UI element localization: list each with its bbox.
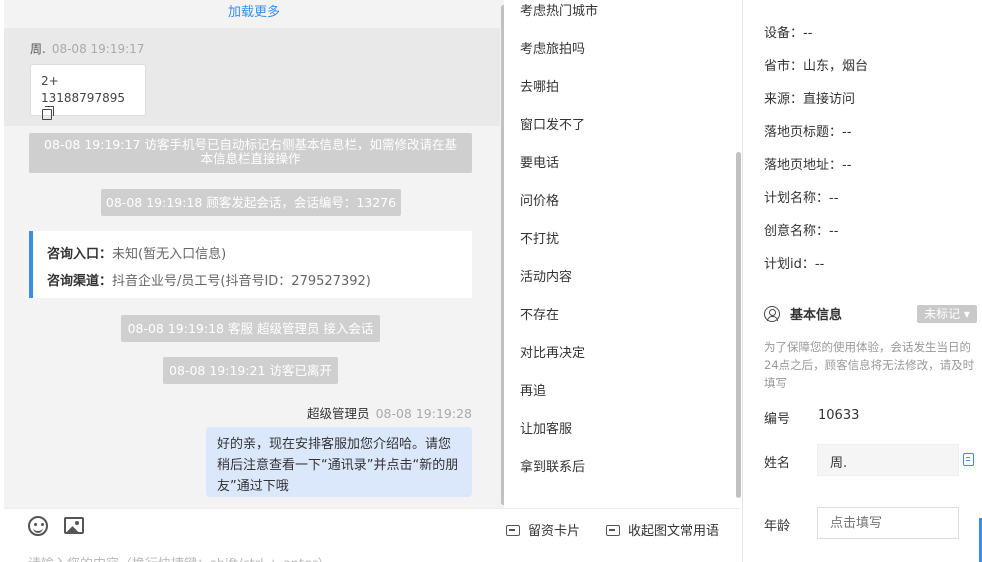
visitor-message: 周. 08-08 19:19:17 2+ 13188797895	[4, 28, 500, 126]
system-message: 08-08 19:19:18 客服 超级管理员 接入会话	[121, 315, 380, 342]
info-value: --	[842, 125, 852, 140]
system-message: 08-08 19:19:21 访客已离开	[163, 357, 338, 384]
user-icon	[764, 306, 780, 322]
info-field-source: 来源：直接访问	[764, 88, 855, 107]
basic-info-header: 基本信息	[764, 304, 842, 323]
info-value: --	[814, 257, 825, 272]
info-value: --	[829, 224, 839, 239]
agent-name: 超级管理员	[307, 406, 370, 421]
system-message: 08-08 19:19:17 访客手机号已自动标记右侧基本信息栏，如需修改请在基…	[29, 133, 472, 173]
info-value: --	[803, 26, 813, 41]
basic-info-title: 基本信息	[790, 308, 843, 323]
phrase-item[interactable]: 不存在	[520, 304, 559, 323]
consult-entry-value: 未知(暂无入口信息)	[112, 247, 227, 262]
info-label: 创意名称：	[764, 224, 830, 239]
tag-dropdown-label: 未标记	[924, 307, 961, 321]
info-field-device: 设备：--	[764, 22, 812, 41]
visitor-info-panel: 设备：-- 省市：山东，烟台 来源：直接访问 落地页标题：-- 落地页地址：--…	[743, 0, 982, 562]
id-label: 编号	[764, 412, 791, 427]
agent-message-bubble: 好的亲，现在安排客服加您介绍哈。请您稍后注意查看一下“通讯录”并点击“新的朋友”…	[206, 427, 472, 497]
info-value: 山东，烟台	[803, 59, 869, 74]
info-label: 计划名称：	[764, 191, 830, 206]
chat-panel: 加载更多 周. 08-08 19:19:17 2+ 13188797895 08-…	[4, 0, 504, 508]
info-label: 落地页地址：	[764, 158, 843, 173]
emoji-icon[interactable]	[28, 516, 48, 536]
phrase-item[interactable]: 问价格	[520, 190, 559, 209]
info-label: 设备：	[764, 26, 804, 41]
visitor-message-meta: 周. 08-08 19:19:17	[30, 40, 144, 57]
id-value: 10633	[818, 408, 860, 423]
phrase-item[interactable]: 让加客服	[520, 418, 572, 437]
system-message: 08-08 19:19:18 顾客发起会话，会话编号：13276	[101, 189, 401, 216]
phrase-item[interactable]: 要电话	[520, 152, 559, 171]
age-label: 年龄	[764, 519, 791, 534]
card-icon	[506, 525, 520, 536]
agent-message-meta: 超级管理员 08-08 19:19:28	[307, 403, 472, 422]
caret-down-icon: ▾	[960, 307, 970, 321]
consult-channel-label: 咨询渠道：	[47, 274, 113, 289]
quick-phrase-list: 考虑热门城市 考虑旅拍吗 去哪拍 窗口发不了 要电话 问价格 不打扰 活动内容 …	[504, 0, 741, 508]
phrase-item[interactable]: 去哪拍	[520, 76, 559, 95]
visitor-name: 周.	[30, 42, 46, 56]
phone-card-line1: 2+	[41, 74, 59, 88]
info-field-landing-url: 落地页地址：--	[764, 154, 851, 173]
info-field-province: 省市：山东，烟台	[764, 55, 868, 74]
visitor-message-time: 08-08 19:19:17	[51, 42, 145, 56]
message-input-area: 留资卡片 收起图文常用语 请输入您的内容（换行快捷键：shift/ctrl + …	[4, 508, 740, 562]
age-field[interactable]	[817, 507, 959, 539]
info-field-landing-title: 落地页标题：--	[764, 121, 851, 140]
leave-card-button[interactable]: 留资卡片	[506, 520, 580, 539]
collapse-phrases-button[interactable]: 收起图文常用语	[606, 520, 719, 539]
phrase-item[interactable]: 不打扰	[520, 228, 559, 247]
info-field-plan-id: 计划id：--	[764, 253, 824, 272]
consult-channel-value: 抖音企业号/员工号(抖音号ID：279527392)	[112, 274, 371, 289]
collapse-phrases-label: 收起图文常用语	[628, 524, 720, 539]
phrase-item[interactable]: 对比再决定	[520, 342, 585, 361]
phrase-item[interactable]: 考虑热门城市	[520, 0, 598, 19]
name-field[interactable]: 周.	[817, 444, 959, 476]
phrase-item[interactable]: 再追	[520, 380, 546, 399]
agent-message-time: 08-08 19:19:28	[375, 406, 472, 421]
copy-icon[interactable]	[963, 453, 974, 466]
copy-icon[interactable]	[42, 106, 54, 120]
phrase-item[interactable]: 活动内容	[520, 266, 572, 285]
message-icon	[606, 525, 620, 536]
load-more-link[interactable]: 加载更多	[4, 1, 504, 20]
info-label: 落地页标题：	[764, 125, 843, 140]
info-field-plan-name: 计划名称：--	[764, 187, 838, 206]
phrase-scrollbar[interactable]	[736, 152, 741, 498]
phone-card-number: 13188797895	[41, 91, 125, 105]
info-label: 计划id：	[764, 257, 815, 272]
message-input[interactable]: 请输入您的内容（换行快捷键：shift/ctrl + enter）	[28, 553, 331, 562]
info-label: 来源：	[764, 92, 804, 107]
info-field-creative-name: 创意名称：--	[764, 220, 838, 239]
visitor-phone-card: 2+ 13188797895	[30, 64, 146, 120]
edit-notice: 为了保障您的使用体验，会话发生当日的24点之后，顾客信息将无法修改，请及时填写	[764, 340, 975, 390]
leave-card-label: 留资卡片	[528, 524, 581, 539]
phrase-item[interactable]: 窗口发不了	[520, 114, 585, 133]
phrase-item[interactable]: 拿到联系后	[520, 456, 585, 475]
consult-info-card: 咨询入口：未知(暂无入口信息) 咨询渠道：抖音企业号/员工号(抖音号ID：279…	[29, 231, 472, 298]
consult-entry-label: 咨询入口：	[47, 247, 113, 262]
tag-dropdown[interactable]: 未标记 ▾	[917, 305, 977, 323]
info-label: 省市：	[764, 59, 804, 74]
phrase-item[interactable]: 考虑旅拍吗	[520, 38, 585, 57]
name-label: 姓名	[764, 456, 791, 471]
info-value: --	[829, 191, 839, 206]
info-value: --	[842, 158, 852, 173]
info-value: 直接访问	[803, 92, 856, 107]
image-icon[interactable]	[64, 517, 84, 534]
